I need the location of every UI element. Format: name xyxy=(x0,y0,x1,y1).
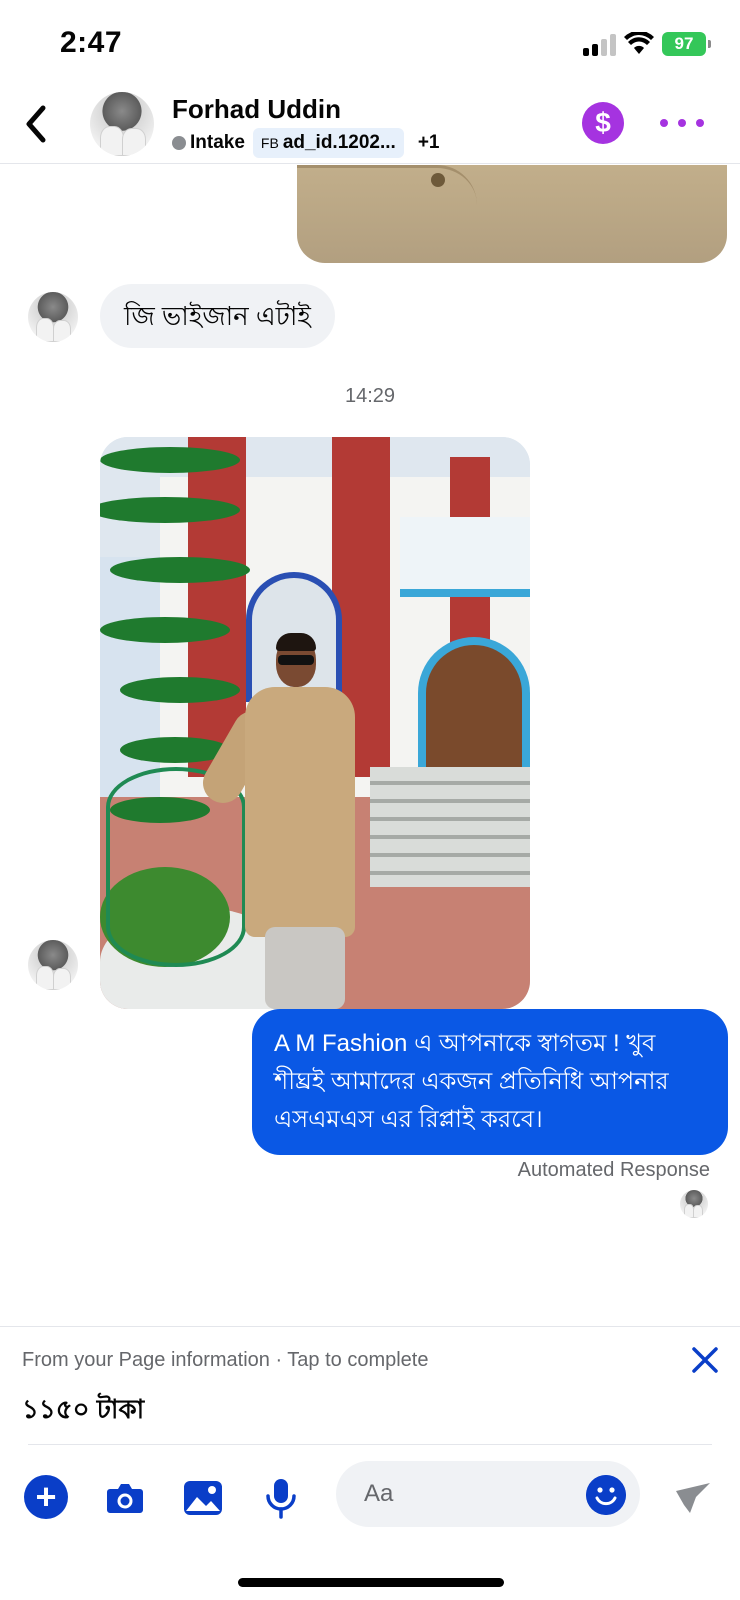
like-icon[interactable] xyxy=(670,1475,716,1521)
sender-avatar[interactable] xyxy=(28,292,78,342)
more-icon xyxy=(660,119,668,127)
stage-label[interactable]: Intake xyxy=(172,132,245,154)
more-tags-count[interactable]: +1 xyxy=(412,132,446,154)
page-info-hint[interactable]: From your Page information · Tap to comp… xyxy=(22,1349,428,1372)
automated-response-label: Automated Response xyxy=(517,1159,710,1181)
status-bar: 2:47 97 xyxy=(0,0,740,88)
previous-photo-message[interactable] xyxy=(297,165,727,263)
stage-dot-icon xyxy=(172,136,186,150)
wifi-icon xyxy=(624,32,654,54)
conversation-header: Forhad Uddin Intake FB ad_id.1202... +1 … xyxy=(0,88,740,164)
battery-level: 97 xyxy=(662,32,706,56)
ad-tag-text: ad_id.1202... xyxy=(282,132,396,153)
message-thread[interactable]: জি ভাইজান এটাই 14:29 A M Fashion এ আপনাক… xyxy=(0,165,740,1325)
photo-message[interactable] xyxy=(100,437,530,1009)
contact-name[interactable]: Forhad Uddin xyxy=(172,94,341,125)
ad-tag[interactable]: FB ad_id.1202... xyxy=(252,128,404,158)
message-composer: + xyxy=(0,1445,740,1555)
sender-avatar[interactable] xyxy=(28,940,78,990)
more-options-button[interactable] xyxy=(660,108,704,138)
dollar-icon: $ xyxy=(595,107,611,138)
gallery-icon[interactable] xyxy=(180,1475,226,1521)
payment-button[interactable]: $ xyxy=(582,102,624,144)
home-indicator xyxy=(238,1578,504,1587)
page-info-card[interactable]: From your Page information · Tap to comp… xyxy=(0,1326,740,1444)
seen-receipt-avatar xyxy=(680,1190,708,1218)
stage-text: Intake xyxy=(190,132,245,153)
incoming-message[interactable]: জি ভাইজান এটাই xyxy=(100,284,335,348)
back-icon xyxy=(26,105,46,143)
outgoing-message[interactable]: A M Fashion এ আপনাকে স্বাগতম ! খুব শীঘ্র… xyxy=(252,1009,728,1155)
status-time: 2:47 xyxy=(60,26,123,59)
message-timestamp: 14:29 xyxy=(344,385,396,407)
signal-icon xyxy=(583,32,617,56)
close-icon[interactable] xyxy=(690,1345,720,1375)
contact-meta: Intake FB ad_id.1202... +1 xyxy=(172,128,446,158)
plus-icon[interactable]: + xyxy=(24,1475,68,1519)
emoji-icon[interactable] xyxy=(586,1475,626,1515)
page-info-value[interactable]: ১১৫০ টাকা xyxy=(22,1389,144,1433)
microphone-icon[interactable] xyxy=(258,1475,304,1521)
back-button[interactable] xyxy=(14,100,58,148)
contact-avatar[interactable] xyxy=(90,92,154,156)
battery-icon: 97 xyxy=(662,32,712,56)
fb-prefix: FB xyxy=(260,135,279,151)
camera-icon[interactable] xyxy=(102,1475,148,1521)
